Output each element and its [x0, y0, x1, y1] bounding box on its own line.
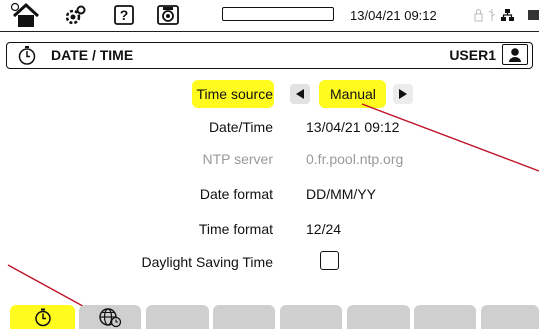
- user-name: USER1: [449, 47, 496, 63]
- page-title: DATE / TIME: [51, 47, 134, 63]
- title-bar: DATE / TIME USER1: [6, 42, 533, 69]
- usb-icon: [488, 9, 496, 21]
- status-datetime: 13/04/21 09:12: [350, 8, 437, 23]
- tab-empty-7[interactable]: [414, 305, 476, 329]
- help-icon[interactable]: ?: [111, 2, 137, 28]
- dst-label: Daylight Saving Time: [141, 254, 273, 270]
- status-icons: [474, 6, 514, 24]
- lock-icon: [474, 9, 483, 22]
- date-format-label: Date format: [199, 186, 273, 202]
- time-format-value[interactable]: 12/24: [306, 221, 341, 237]
- battery-icon: [528, 10, 539, 20]
- progress-bar: [222, 7, 334, 21]
- ntp-server-label: NTP server: [202, 151, 273, 167]
- status-bar: ? 13/04/21 09:12: [0, 0, 539, 32]
- datetime-label: Date/Time: [208, 119, 273, 135]
- datetime-value[interactable]: 13/04/21 09:12: [306, 119, 399, 135]
- ntp-server-value: 0.fr.pool.ntp.org: [306, 151, 404, 167]
- gear-icon[interactable]: [62, 2, 88, 28]
- arrow-right-icon: [399, 89, 407, 99]
- dst-checkbox[interactable]: [320, 251, 339, 270]
- tab-empty-4[interactable]: [213, 305, 275, 329]
- svg-text:?: ?: [120, 7, 129, 23]
- tab-timezone[interactable]: [79, 305, 141, 329]
- arrow-left-icon: [296, 89, 304, 99]
- date-format-value[interactable]: DD/MM/YY: [306, 186, 376, 202]
- globe-clock-icon: [99, 308, 122, 328]
- home-icon[interactable]: [8, 2, 44, 28]
- time-source-next-button[interactable]: [393, 84, 413, 104]
- tab-empty-3[interactable]: [146, 305, 209, 329]
- tab-date-time[interactable]: [10, 305, 75, 329]
- network-icon: [501, 9, 514, 21]
- time-source-value[interactable]: Manual: [330, 86, 376, 102]
- tab-empty-5[interactable]: [280, 305, 342, 329]
- stopwatch-icon: [18, 46, 36, 65]
- tab-bar: [0, 305, 539, 329]
- time-source-prev-button[interactable]: [290, 84, 310, 104]
- stopwatch-icon: [34, 308, 51, 327]
- user-icon[interactable]: [502, 44, 528, 65]
- tab-empty-8[interactable]: [481, 305, 539, 329]
- time-source-label: Time source: [196, 86, 273, 102]
- tab-empty-6[interactable]: [347, 305, 410, 329]
- time-format-label: Time format: [198, 221, 273, 237]
- camera-icon[interactable]: [155, 2, 181, 28]
